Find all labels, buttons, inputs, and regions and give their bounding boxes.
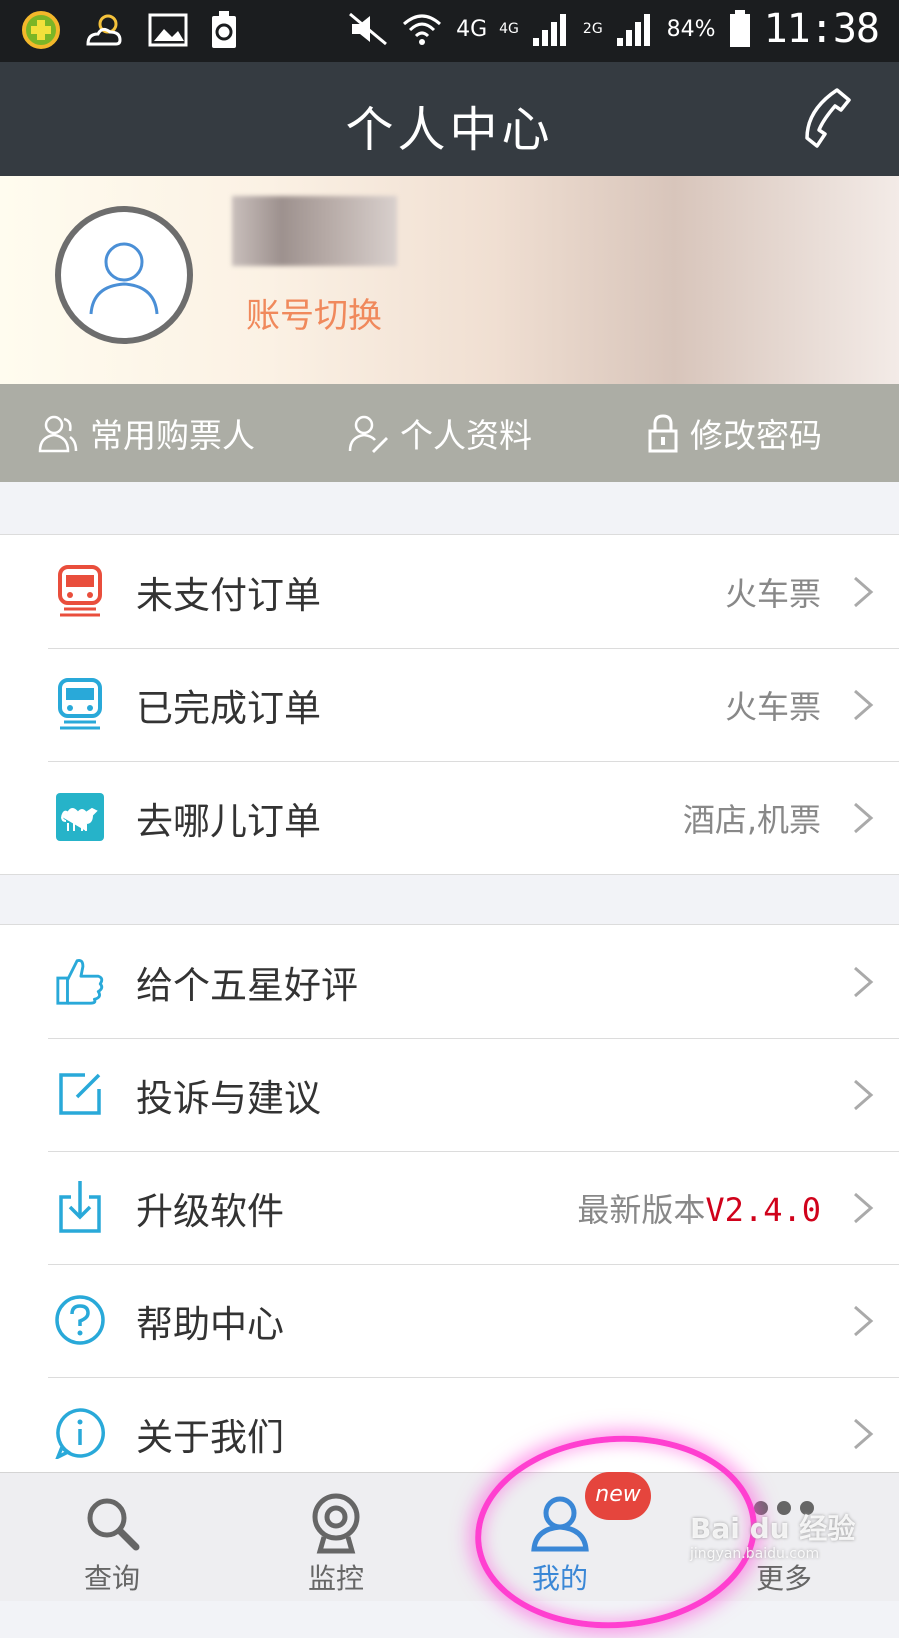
- qunar-orders-value: 酒店,机票: [682, 800, 821, 839]
- help-center-label: 帮助中心: [136, 1302, 284, 1346]
- help-center-row[interactable]: 帮助中心: [0, 1264, 899, 1377]
- rate-app-label: 给个五星好评: [136, 963, 358, 1007]
- tab-search-label: 查询: [83, 1562, 140, 1595]
- phone-button[interactable]: [801, 86, 857, 154]
- train-icon: [54, 678, 106, 730]
- signal-icon-2: [616, 14, 650, 46]
- completed-orders-label: 已完成订单: [136, 686, 321, 730]
- qunar-orders-label: 去哪儿订单: [136, 799, 321, 843]
- tab-search[interactable]: 查询: [0, 1473, 224, 1601]
- switch-account-link[interactable]: 账号切换: [246, 288, 382, 337]
- tab-monitor[interactable]: 监控: [224, 1473, 448, 1601]
- change-password-button[interactable]: 修改密码: [646, 409, 822, 457]
- version-info: 最新版本V2.4.0: [577, 1185, 821, 1231]
- train-icon: [54, 565, 106, 617]
- chevron-right-icon: [854, 576, 874, 608]
- help-icon: [54, 1294, 106, 1346]
- battery-icon: [729, 10, 750, 47]
- watermark-text: Bai du 经验: [690, 1512, 856, 1545]
- page-title: 个人中心: [345, 102, 554, 158]
- title-bar: 个人中心: [0, 62, 899, 176]
- weather-icon: [86, 14, 122, 46]
- frequent-passengers-button[interactable]: 常用购票人: [36, 409, 255, 457]
- tab-monitor-label: 监控: [307, 1562, 364, 1595]
- feedback-row[interactable]: 投诉与建议: [0, 1038, 899, 1151]
- download-icon: [54, 1181, 106, 1233]
- recycle-icon: [212, 11, 236, 48]
- chevron-right-icon: [854, 689, 874, 721]
- battery-percent: 84%: [666, 16, 716, 42]
- chevron-right-icon: [854, 1079, 874, 1111]
- personal-info-label: 个人资料: [400, 416, 532, 455]
- unpaid-orders-row[interactable]: 未支付订单 火车票: [0, 535, 899, 648]
- passengers-icon: [38, 415, 78, 453]
- wifi-icon: [403, 14, 442, 45]
- status-right: 4G 4G 2G 84% 11:38: [348, 6, 880, 52]
- username-redacted: [232, 196, 397, 266]
- camel-icon: [54, 791, 106, 843]
- upgrade-label: 升级软件: [136, 1189, 284, 1233]
- edit-icon: [54, 1068, 106, 1120]
- notification-icons: [22, 10, 238, 50]
- clock: 11:38: [763, 6, 880, 52]
- image-icon: [148, 13, 188, 47]
- profile-actions-bar: 常用购票人 个人资料 修改密码: [0, 384, 899, 482]
- security-app-icon: [22, 11, 60, 49]
- search-icon: [87, 1498, 140, 1551]
- phone-icon: [805, 88, 851, 148]
- completed-orders-row[interactable]: 已完成订单 火车票: [0, 648, 899, 761]
- version-prefix: 最新版本: [577, 1190, 706, 1229]
- version-number: V2.4.0: [705, 1190, 821, 1229]
- qunar-orders-row[interactable]: 去哪儿订单 酒店,机票: [0, 761, 899, 874]
- mute-icon: [349, 12, 388, 46]
- signal-icon: [532, 14, 566, 46]
- watermark-url: jingyan.baidu.com: [690, 1546, 820, 1562]
- personal-info-button[interactable]: 个人资料: [346, 409, 532, 457]
- avatar[interactable]: [55, 206, 193, 344]
- status-bar: 4G 4G 2G 84% 11:38: [0, 0, 899, 62]
- profile-header: 账号切换: [0, 176, 899, 384]
- chevron-right-icon: [854, 966, 874, 998]
- rate-app-row[interactable]: 给个五星好评: [0, 925, 899, 1038]
- settings-menu: 给个五星好评 投诉与建议 升级软件 最新版本V2.4.0 帮助中心 关于我们: [0, 924, 899, 1491]
- user-avatar-icon: [89, 242, 159, 315]
- feedback-label: 投诉与建议: [136, 1076, 321, 1120]
- unpaid-orders-label: 未支付订单: [136, 573, 321, 617]
- orders-menu: 未支付订单 火车票 已完成订单 火车票 去哪儿订单 酒店,机票: [0, 534, 899, 875]
- thumbs-up-icon: [54, 955, 106, 1007]
- frequent-passengers-label: 常用购票人: [90, 416, 255, 455]
- info-icon: [54, 1407, 106, 1459]
- watermark: Bai du 经验 jingyan.baidu.com: [690, 1512, 856, 1562]
- signal-label-1: 4G: [499, 21, 519, 37]
- signal-label-2: 2G: [582, 21, 603, 37]
- chevron-right-icon: [854, 1192, 874, 1224]
- chevron-right-icon: [854, 1418, 874, 1450]
- about-us-label: 关于我们: [136, 1415, 284, 1459]
- unpaid-orders-value: 火车票: [724, 574, 821, 613]
- chevron-right-icon: [854, 802, 874, 834]
- upgrade-row[interactable]: 升级软件 最新版本V2.4.0: [0, 1151, 899, 1264]
- camera-icon: [312, 1493, 360, 1554]
- lock-icon: [648, 414, 678, 453]
- completed-orders-value: 火车票: [724, 687, 821, 726]
- network-type: 4G: [456, 16, 488, 42]
- profile-edit-icon: [348, 415, 388, 453]
- change-password-label: 修改密码: [690, 416, 822, 455]
- chevron-right-icon: [854, 1305, 874, 1337]
